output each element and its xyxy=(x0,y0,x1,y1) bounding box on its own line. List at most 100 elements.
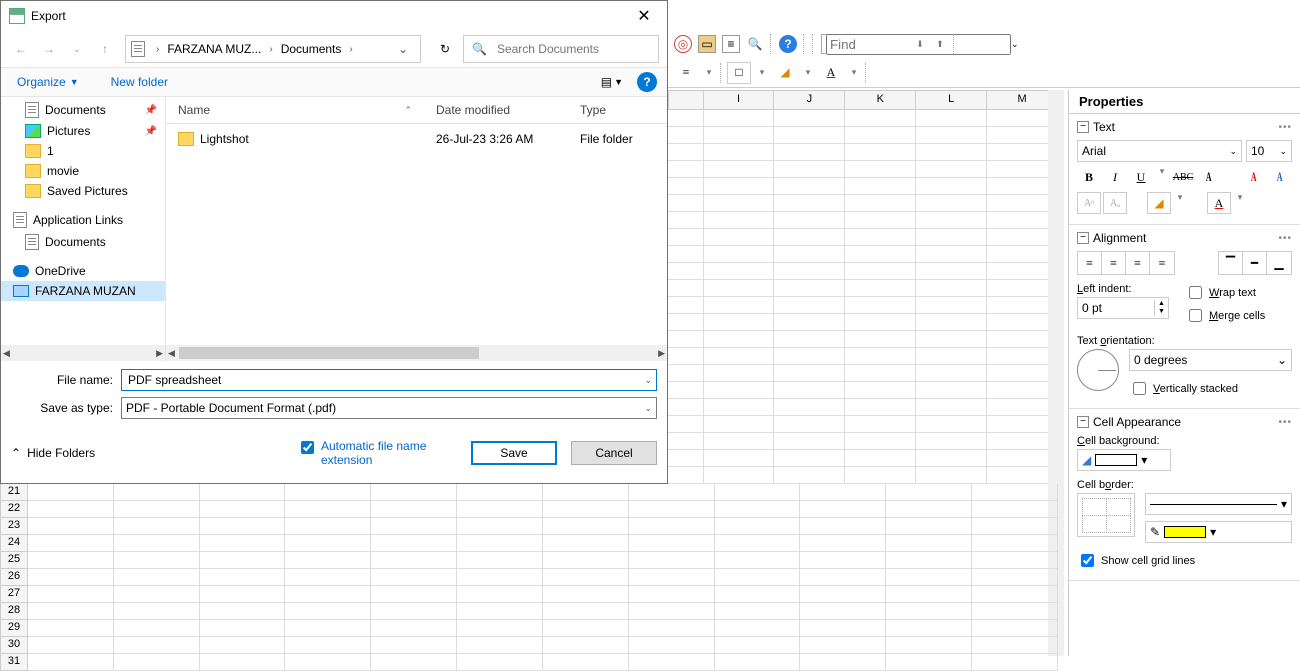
left-indent-spinner[interactable]: 0 pt ▲▼ xyxy=(1077,297,1169,319)
folder-tree[interactable]: Documents📌Pictures📌1movieSaved PicturesA… xyxy=(1,97,165,361)
filename-input[interactable]: ⌄ xyxy=(121,369,657,391)
refresh-icon[interactable]: ↻ xyxy=(431,35,459,63)
database-icon[interactable]: ≡ xyxy=(722,35,740,53)
wrap-text-checkbox[interactable] xyxy=(1189,286,1202,299)
fill-color-icon[interactable]: ◢ xyxy=(773,62,797,84)
monitor-icon xyxy=(13,285,29,297)
alignment-section-header[interactable]: − Alignment ••• xyxy=(1077,231,1292,245)
align-left-icon[interactable]: ≡ xyxy=(1078,252,1102,274)
italic-icon[interactable]: I xyxy=(1103,166,1127,188)
sidebar-item[interactable]: Application Links xyxy=(1,209,165,231)
pin-icon: 📌 xyxy=(145,126,157,137)
sidebar-item-label: movie xyxy=(47,164,79,178)
sidebar-item[interactable]: FARZANA MUZAN xyxy=(1,281,165,301)
zoom-icon[interactable]: 🔍 xyxy=(746,35,764,53)
doc-location-icon xyxy=(130,41,146,57)
font-color-a-icon[interactable]: A xyxy=(819,62,843,84)
close-button[interactable]: ✕ xyxy=(621,1,667,31)
cell-appearance-section-header[interactable]: − Cell Appearance ••• xyxy=(1077,415,1292,429)
bold-icon[interactable]: B xyxy=(1077,166,1101,188)
sidebar-scrollbar[interactable]: ◀▶ xyxy=(1,345,165,361)
align-center-icon[interactable]: ≡ xyxy=(1102,252,1126,274)
file-row[interactable]: Lightshot26-Jul-23 3:26 AMFile folder xyxy=(166,124,667,154)
sidebar-item[interactable]: Documents xyxy=(1,231,165,253)
show-gridlines-checkbox[interactable] xyxy=(1081,554,1094,567)
app-toolbar-fragment: ◎ ▭ ≡ 🔍 ? ⌄ ⬇ ⬆ xyxy=(668,30,1300,58)
sidebar-item[interactable]: Pictures📌 xyxy=(1,121,165,141)
cell-background-button[interactable]: ◢ ▾ xyxy=(1077,449,1171,471)
merge-cells-checkbox[interactable] xyxy=(1189,309,1202,322)
strikethrough-icon[interactable]: ABC xyxy=(1171,166,1195,188)
organize-button[interactable]: Organize ▼ xyxy=(11,71,85,93)
border-preview[interactable] xyxy=(1077,493,1135,537)
sidebar-item-label: Documents xyxy=(45,103,106,117)
doc-icon xyxy=(13,212,27,228)
savetype-select[interactable]: PDF - Portable Document Format (.pdf) ⌄ xyxy=(121,397,657,419)
border-color-button[interactable]: ✎▾ xyxy=(1145,521,1292,543)
underline-icon[interactable]: U xyxy=(1129,166,1153,188)
target-icon[interactable]: ◎ xyxy=(674,35,692,53)
breadcrumb[interactable]: › FARZANA MUZ... › Documents › ⌄ xyxy=(125,35,421,63)
paint-bucket-icon: ◢ xyxy=(1082,453,1091,467)
window-icon[interactable]: ▭ xyxy=(698,35,716,53)
up-icon[interactable]: ↑ xyxy=(93,37,117,61)
forward-icon[interactable]: → xyxy=(37,37,61,61)
more-icon[interactable]: ••• xyxy=(1278,122,1292,133)
filelist-scrollbar[interactable]: ◀▶ xyxy=(166,345,667,361)
sidebar-item[interactable]: Saved Pictures xyxy=(1,181,165,201)
sidebar-item-label: OneDrive xyxy=(35,264,86,278)
sidebar-item-label: FARZANA MUZAN xyxy=(35,284,136,298)
dialog-navbar: ← → ⌄ ↑ › FARZANA MUZ... › Documents › ⌄… xyxy=(1,31,667,67)
font-size-select[interactable]: 10⌄ xyxy=(1246,140,1292,162)
find-input[interactable]: ⌄ xyxy=(821,34,907,54)
auto-extension-checkbox[interactable]: Automatic file name extension xyxy=(297,439,457,467)
shrink-font-icon[interactable] xyxy=(1268,166,1292,188)
valign-bottom-icon[interactable]: ▁ xyxy=(1267,252,1291,274)
search-input[interactable]: 🔍 xyxy=(463,35,659,63)
help-button[interactable]: ? xyxy=(637,72,657,92)
save-button[interactable]: Save xyxy=(471,441,557,465)
view-mode-button[interactable]: ▤ ▼ xyxy=(595,71,629,93)
collapse-icon[interactable]: − xyxy=(1077,121,1089,133)
cancel-button[interactable]: Cancel xyxy=(571,441,657,465)
spreadsheet-grid-lower[interactable] xyxy=(28,484,1058,671)
subscript-icon[interactable]: Aₐ xyxy=(1103,192,1127,214)
indent-icon[interactable]: ≡ xyxy=(674,62,698,84)
font-color-icon[interactable]: A xyxy=(1207,192,1231,214)
find-next-icon[interactable]: ⬇ xyxy=(913,39,927,50)
border-icon[interactable]: □ xyxy=(727,62,751,84)
orientation-select[interactable]: 0 degrees⌄ xyxy=(1129,349,1292,371)
sidebar-item[interactable]: Documents📌 xyxy=(1,99,165,121)
formatting-toolbar-fragment: ≡ ▾ □▾ ◢▾ A▾ xyxy=(668,58,1300,88)
pencil-icon: ✎ xyxy=(1150,525,1160,539)
help-icon[interactable]: ? xyxy=(779,35,797,53)
recent-dropdown-icon[interactable]: ⌄ xyxy=(65,37,89,61)
valign-middle-icon[interactable]: ━ xyxy=(1243,252,1267,274)
sidebar-item[interactable]: OneDrive xyxy=(1,261,165,281)
hide-folders-button[interactable]: ⌃ Hide Folders xyxy=(11,446,95,460)
orientation-dial[interactable] xyxy=(1077,349,1119,391)
find-prev-icon[interactable]: ⬆ xyxy=(933,39,947,50)
breadcrumb-dropdown-icon[interactable]: ⌄ xyxy=(390,42,416,56)
fill-bucket-icon[interactable]: ◢ xyxy=(1147,192,1171,214)
search-icon: 🔍 xyxy=(472,42,487,56)
sidebar-item[interactable]: 1 xyxy=(1,141,165,161)
superscript-icon[interactable]: Aᵃ xyxy=(1077,192,1101,214)
font-name-select[interactable]: Arial⌄ xyxy=(1077,140,1242,162)
text-section-header[interactable]: − Text ••• xyxy=(1077,120,1292,134)
sidebar-item[interactable]: movie xyxy=(1,161,165,181)
grow-font-icon[interactable] xyxy=(1242,166,1266,188)
row-headers[interactable]: 2122232425262728293031 xyxy=(0,484,28,671)
new-folder-button[interactable]: New folder xyxy=(105,71,174,93)
file-list[interactable]: Name⌃ Date modified Type Lightshot26-Jul… xyxy=(165,97,667,361)
back-icon[interactable]: ← xyxy=(9,37,33,61)
valign-top-icon[interactable]: ▔ xyxy=(1219,252,1243,274)
savetype-label: Save as type: xyxy=(11,401,121,415)
align-right-icon[interactable]: ≡ xyxy=(1126,252,1150,274)
vertically-stacked-checkbox[interactable] xyxy=(1133,382,1146,395)
align-justify-icon[interactable]: ≡ xyxy=(1150,252,1174,274)
char-spacing-icon[interactable] xyxy=(1197,166,1221,188)
sidebar-item-label: Application Links xyxy=(33,213,123,227)
cloud-icon xyxy=(13,265,29,277)
border-style-button[interactable]: ▾ xyxy=(1145,493,1292,515)
